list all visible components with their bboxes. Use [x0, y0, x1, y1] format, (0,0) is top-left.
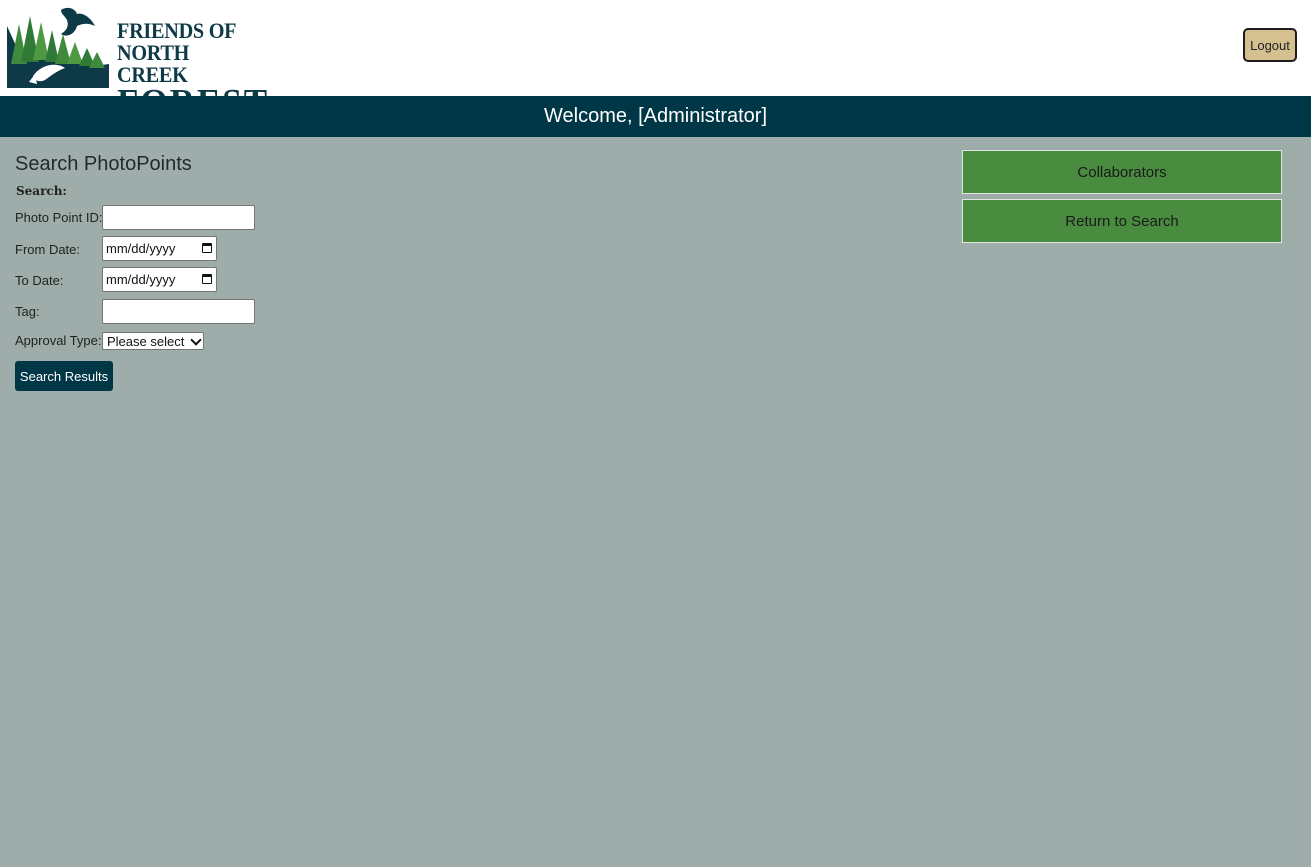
tag-input[interactable]	[102, 299, 255, 324]
site-logo[interactable]: FRIENDS OF NORTH CREEK FOREST	[5, 4, 267, 119]
welcome-banner: Welcome, [Administrator]	[0, 96, 1311, 137]
return-to-search-button[interactable]: Return to Search	[962, 199, 1282, 243]
from-date-placeholder: mm/dd/yyyy	[106, 241, 176, 256]
welcome-text: Welcome, [Administrator]	[543, 105, 768, 127]
search-results-button[interactable]: Search Results	[15, 361, 113, 391]
approval-type-value: Please select	[107, 333, 185, 349]
logo-line-2: NORTH CREEK	[117, 40, 190, 87]
chevron-down-icon	[190, 334, 202, 346]
forest-logo-icon	[7, 7, 109, 88]
from-date-input[interactable]: mm/dd/yyyy	[102, 236, 217, 261]
logo-line-1: FRIENDS OF	[117, 18, 237, 43]
to-date-placeholder: mm/dd/yyyy	[106, 272, 176, 287]
from-date-label: From Date:	[15, 242, 81, 257]
photo-point-id-input[interactable]	[102, 205, 255, 230]
photo-point-id-label: Photo Point ID:	[15, 210, 103, 225]
page-title: Search PhotoPoints	[15, 153, 192, 175]
to-date-input[interactable]: mm/dd/yyyy	[102, 267, 217, 292]
calendar-icon[interactable]	[202, 243, 212, 253]
approval-type-label: Approval Type:	[15, 333, 102, 348]
calendar-icon[interactable]	[202, 274, 212, 284]
tag-label: Tag:	[15, 304, 40, 319]
collaborators-button[interactable]: Collaborators	[962, 150, 1282, 194]
approval-type-select[interactable]: Please select	[102, 332, 204, 350]
search-section-label: Search:	[16, 184, 67, 198]
logout-button[interactable]: Logout	[1243, 28, 1297, 62]
site-header: FRIENDS OF NORTH CREEK FOREST Logout	[0, 0, 1311, 119]
to-date-label: To Date:	[15, 273, 64, 288]
